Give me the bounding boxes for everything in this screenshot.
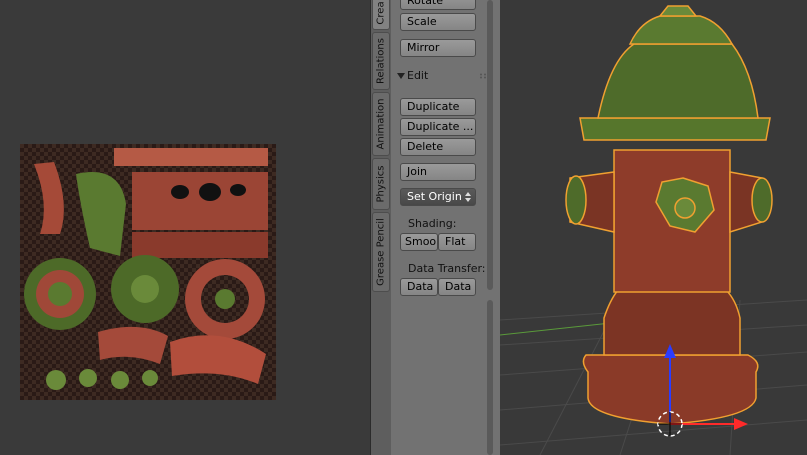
edit-panel-header[interactable]: Edit [395,66,493,86]
tool-shelf-tabs: Crea Relations Animation Physics Grease … [371,0,391,455]
shading-label: Shading: [408,217,457,230]
edit-panel-title: Edit [407,69,429,82]
tab-animation[interactable]: Animation [372,92,390,156]
3d-viewport[interactable] [500,0,807,455]
tool-shelf: Crea Relations Animation Physics Grease … [370,0,502,455]
tab-grease-pencil-label: Grease Pencil [375,218,387,286]
mirror-button[interactable]: Mirror [400,39,476,57]
triangle-down-icon [397,73,405,79]
rotate-button[interactable]: Rotate [400,0,476,10]
tool-shelf-scrollbar-top[interactable] [487,0,493,290]
tab-physics-label: Physics [375,165,387,203]
tool-shelf-scrollbar-bottom[interactable] [487,300,493,455]
data-transfer-label: Data Transfer: [408,262,486,275]
duplicate-button[interactable]: Duplicate [400,98,476,116]
uv-image-editor[interactable] [0,0,370,455]
data-layout-button[interactable]: Data [438,278,476,296]
delete-button[interactable]: Delete [400,138,476,156]
tab-animation-label: Animation [375,98,387,150]
set-origin-label: Set Origin [407,190,462,203]
duplicate-linked-button[interactable]: Duplicate ... [400,118,476,136]
set-origin-dropdown[interactable]: Set Origin [400,188,476,206]
scale-button[interactable]: Scale [400,13,476,31]
updown-arrows-icon [465,192,471,202]
tab-grease-pencil[interactable]: Grease Pencil [372,212,390,292]
join-button[interactable]: Join [400,163,476,181]
tab-create[interactable]: Crea [372,0,390,30]
shade-smooth-button[interactable]: Smoo [400,233,438,251]
viewport-scene [500,5,807,455]
tab-physics[interactable]: Physics [372,158,390,210]
tab-create-label: Crea [375,1,387,25]
uv-texture-image [20,144,276,400]
tab-relations[interactable]: Relations [372,32,390,90]
tab-relations-label: Relations [375,38,387,84]
shade-flat-button[interactable]: Flat [438,233,476,251]
data-transfer-button[interactable]: Data [400,278,438,296]
